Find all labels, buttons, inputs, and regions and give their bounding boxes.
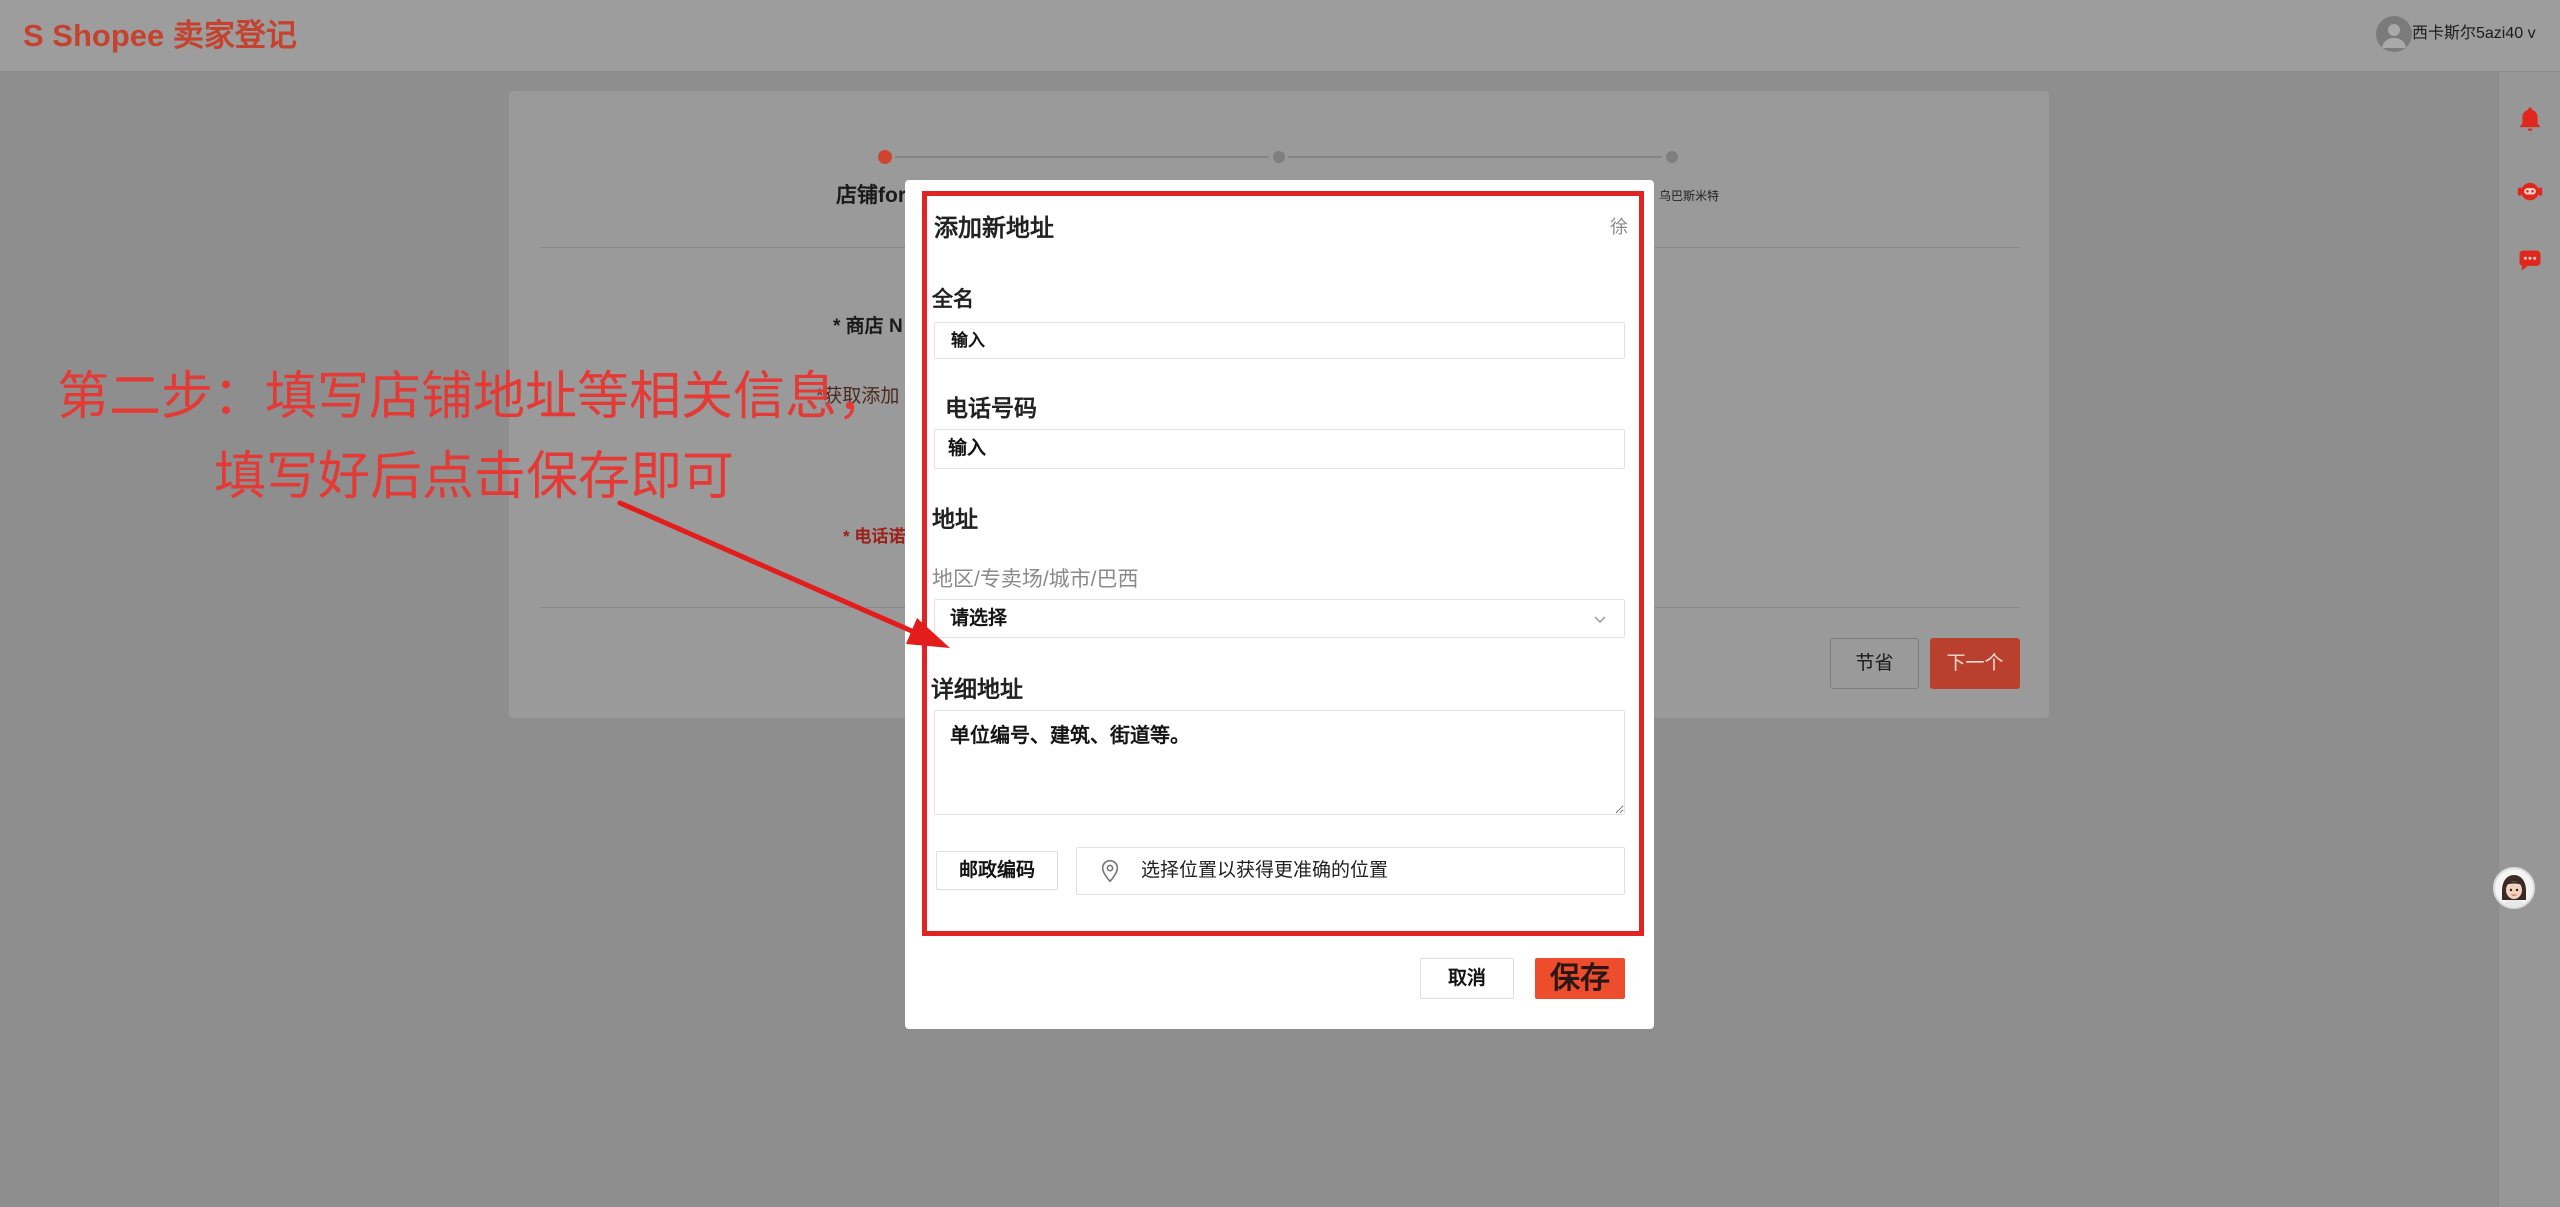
right-sidebar: [2498, 72, 2560, 1207]
step-connector: [895, 156, 1269, 158]
step-dot-3: [1666, 151, 1678, 163]
detail-address-textarea[interactable]: [934, 710, 1625, 815]
top-bar: S Shopee 卖家登记 西卡斯尔5azi40 v: [0, 0, 2560, 72]
next-button[interactable]: 下一个: [1930, 638, 2020, 689]
map-pin-icon: [1097, 858, 1123, 884]
detail-address-label: 详细地址: [931, 676, 1023, 702]
full-name-label: 全名: [932, 288, 974, 311]
user-avatar-icon[interactable]: [2376, 16, 2412, 52]
address-section-label: 地址: [932, 506, 978, 532]
assistant-avatar-icon[interactable]: [2493, 867, 2535, 909]
step-dot-2: [1273, 151, 1285, 163]
step-dot-shop-info: [878, 150, 892, 164]
region-select[interactable]: 请选择: [934, 599, 1625, 638]
annotation-line-2: 填写好后点击保存即可: [214, 448, 735, 506]
step-label-3: 乌巴斯米特: [1659, 189, 1720, 203]
annotation-line-1: 第二步：填写店铺地址等相关信息，: [57, 368, 890, 426]
customer-service-icon[interactable]: [2516, 177, 2544, 205]
region-select-value: 请选择: [950, 608, 1008, 629]
person-icon: [2382, 24, 2406, 48]
postal-code-button[interactable]: 邮政编码: [936, 851, 1058, 890]
shop-name-label: * 商店 N: [833, 316, 903, 337]
region-label: 地区/专卖场/城市/巴西: [932, 568, 1139, 591]
chevron-down-icon: [1592, 611, 1608, 627]
step-label-shop-info: 店铺for: [836, 184, 906, 207]
full-name-input[interactable]: [934, 322, 1625, 359]
location-picker-text: 选择位置以获得更准确的位置: [1141, 860, 1389, 881]
phone-number-label: 电话号码: [945, 395, 1037, 421]
step-connector: [1288, 156, 1662, 158]
phone-number-input[interactable]: [934, 429, 1625, 469]
bell-icon[interactable]: [2516, 105, 2544, 133]
chat-icon[interactable]: [2516, 246, 2544, 274]
location-picker[interactable]: 选择位置以获得更准确的位置: [1076, 847, 1625, 895]
add-address-modal: 添加新地址 徐 全名 电话号码 地址 地区/专卖场/城市/巴西 请选择 详细地址…: [905, 180, 1654, 1029]
cancel-button[interactable]: 取消: [1420, 958, 1514, 999]
save-button[interactable]: 保存: [1535, 958, 1625, 999]
shopee-seller-logo[interactable]: S Shopee 卖家登记: [23, 16, 297, 56]
phone-label: * 电话诺: [843, 527, 906, 546]
save-draft-button[interactable]: 节省: [1830, 638, 1919, 689]
modal-title: 添加新地址: [934, 215, 1054, 242]
close-button[interactable]: 徐: [1610, 216, 1628, 238]
user-name-menu[interactable]: 西卡斯尔5azi40 v: [2412, 24, 2536, 44]
